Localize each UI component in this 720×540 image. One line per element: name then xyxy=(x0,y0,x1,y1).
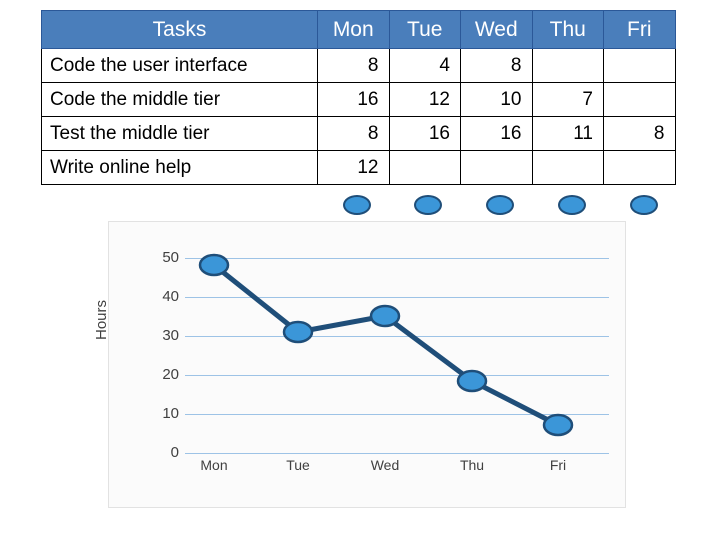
cell-mon: 12 xyxy=(317,150,390,185)
cell-tue: 12 xyxy=(388,82,461,117)
table-row: Code the user interface 8 4 8 xyxy=(41,48,676,83)
cell-thu: 11 xyxy=(531,116,604,151)
tasks-table-container: Tasks Mon Tue Wed Thu Fri Code the user … xyxy=(41,10,676,185)
cell-mon: 8 xyxy=(317,116,390,151)
table-row: Write online help 12 xyxy=(41,150,676,185)
data-point-tue xyxy=(282,320,314,344)
column-header-fri: Fri xyxy=(603,10,676,49)
cell-tue xyxy=(388,150,461,185)
floating-marker-mon xyxy=(343,195,371,215)
column-header-tasks: Tasks xyxy=(41,10,318,49)
floating-marker-fri xyxy=(630,195,658,215)
x-tick-label-fri: Fri xyxy=(549,457,567,473)
data-point-wed xyxy=(369,304,401,328)
floating-marker-thu xyxy=(558,195,586,215)
x-tick-label-thu: Thu xyxy=(459,457,485,473)
column-header-wed: Wed xyxy=(460,10,533,49)
cell-fri xyxy=(603,150,676,185)
cell-mon: 8 xyxy=(317,48,390,83)
cell-thu: 7 xyxy=(531,82,604,117)
column-header-mon: Mon xyxy=(317,10,390,49)
y-axis-title: Hours xyxy=(93,299,110,340)
floating-marker-tue xyxy=(414,195,442,215)
x-tick-label-tue: Tue xyxy=(286,457,310,473)
cell-mon: 16 xyxy=(317,82,390,117)
task-label: Code the user interface xyxy=(41,48,318,83)
tasks-table: Tasks Mon Tue Wed Thu Fri Code the user … xyxy=(41,10,676,185)
cell-wed xyxy=(460,150,533,185)
cell-fri xyxy=(603,48,676,83)
table-header-row: Tasks Mon Tue Wed Thu Fri xyxy=(41,10,676,49)
x-tick-label-mon: Mon xyxy=(200,457,228,473)
cell-fri: 8 xyxy=(603,116,676,151)
data-point-mon xyxy=(198,253,230,277)
column-header-tue: Tue xyxy=(388,10,461,49)
cell-tue: 16 xyxy=(388,116,461,151)
cell-thu xyxy=(531,150,604,185)
cell-thu xyxy=(531,48,604,83)
cell-fri xyxy=(603,82,676,117)
task-label: Code the middle tier xyxy=(41,82,318,117)
cell-wed: 10 xyxy=(460,82,533,117)
cell-wed: 8 xyxy=(460,48,533,83)
table-row: Test the middle tier 8 16 16 11 8 xyxy=(41,116,676,151)
line-chart: Hours 50 40 30 20 10 0 Mon Tue Wed Thu F… xyxy=(93,221,626,508)
series-polyline xyxy=(211,262,561,428)
table-row: Code the middle tier 16 12 10 7 xyxy=(41,82,676,117)
column-header-thu: Thu xyxy=(531,10,604,49)
cell-wed: 16 xyxy=(460,116,533,151)
data-point-thu xyxy=(456,369,488,393)
x-tick-label-wed: Wed xyxy=(370,457,400,473)
cell-tue: 4 xyxy=(388,48,461,83)
plot-area: Hours 50 40 30 20 10 0 Mon Tue Wed Thu F… xyxy=(93,222,625,507)
task-label: Test the middle tier xyxy=(41,116,318,151)
task-label: Write online help xyxy=(41,150,318,185)
floating-marker-wed xyxy=(486,195,514,215)
data-point-fri xyxy=(542,413,574,437)
